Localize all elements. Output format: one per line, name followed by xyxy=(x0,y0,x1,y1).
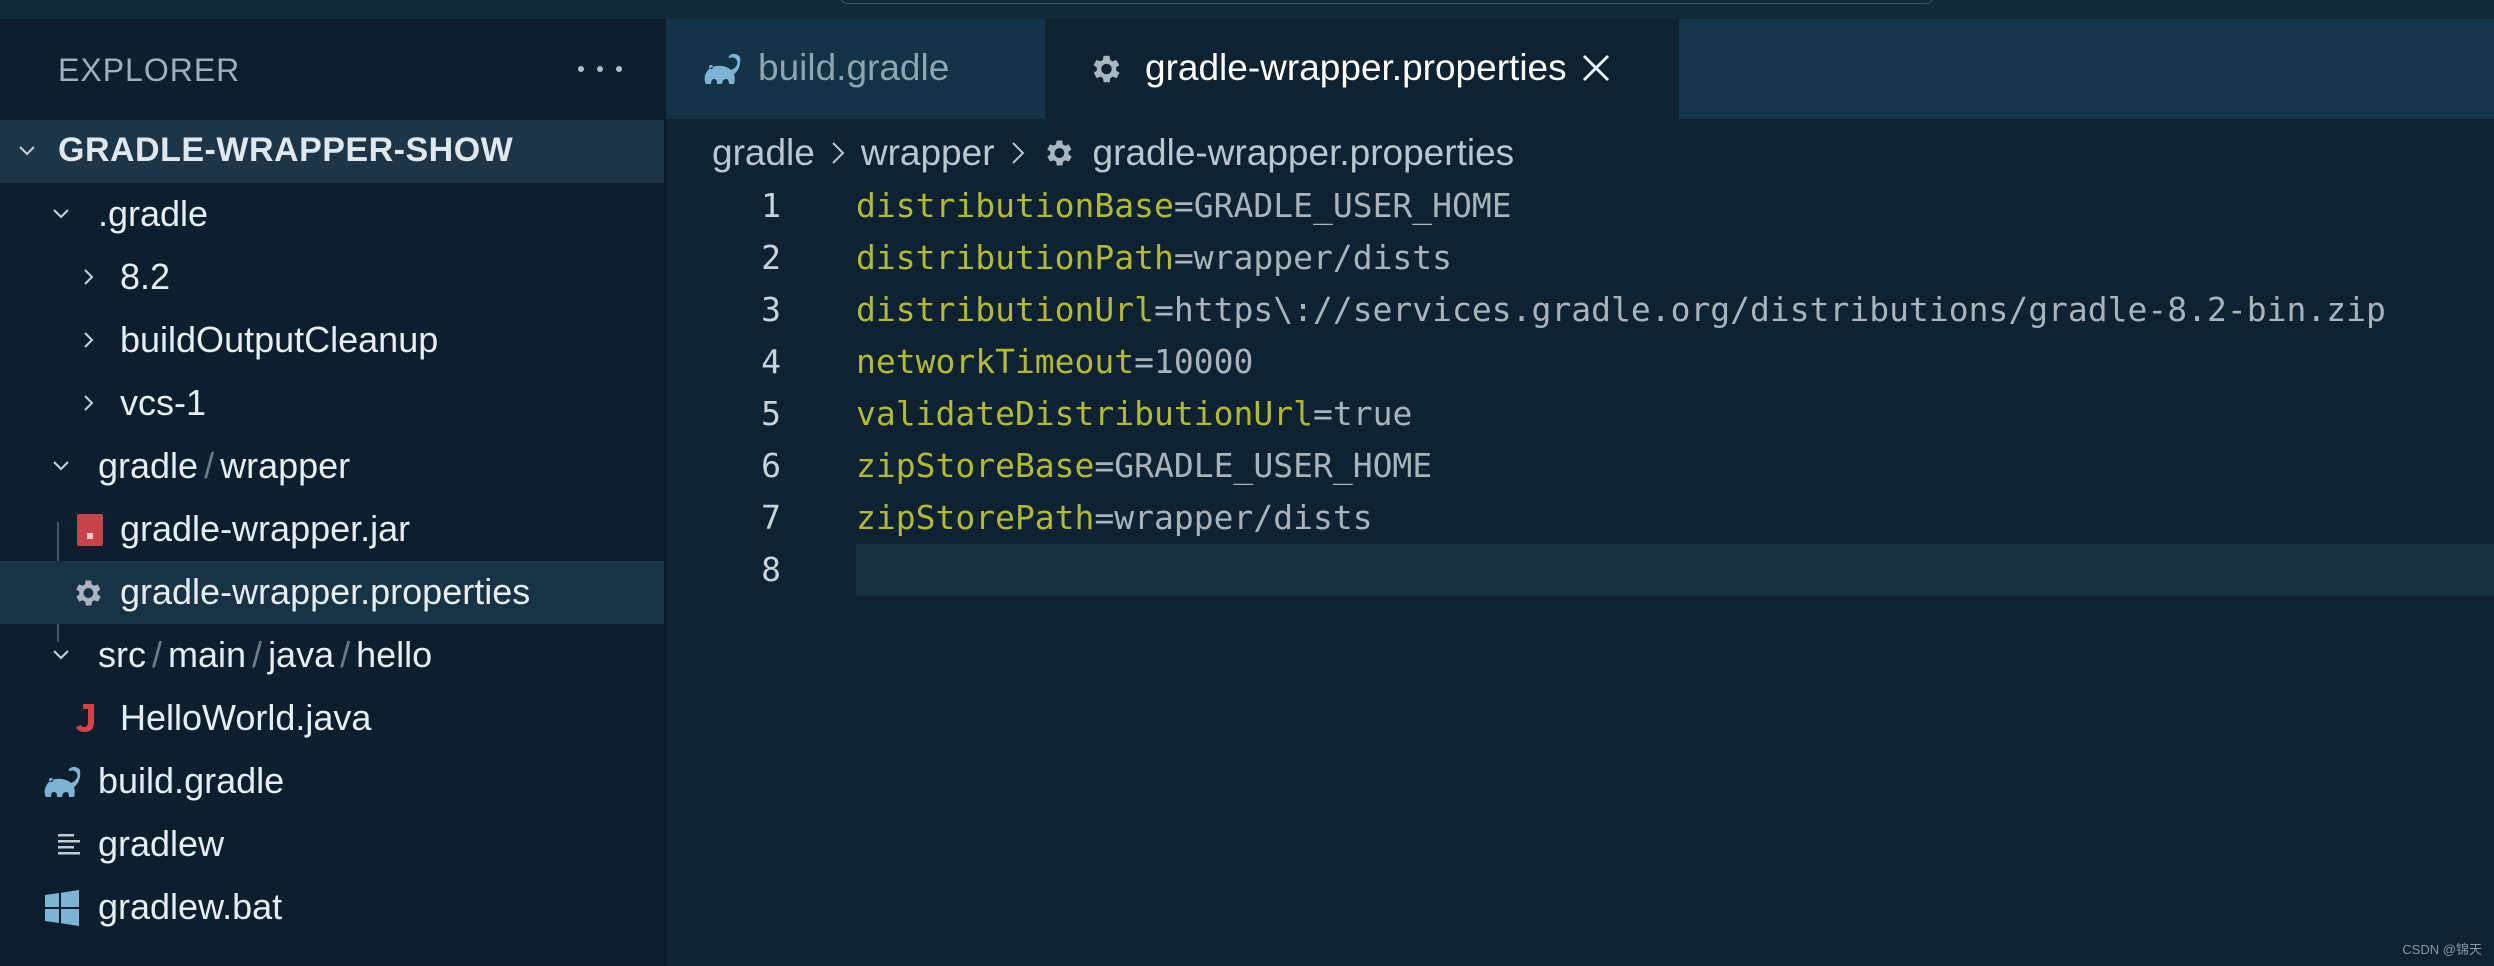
gear-icon xyxy=(1087,51,1123,87)
code-line-current[interactable]: 8 xyxy=(666,544,2494,596)
code-editor[interactable]: 1 distributionBase=GRADLE_USER_HOME 2 di… xyxy=(666,180,2494,966)
tree-item-gradle-wrapper-folder[interactable]: gradle / wrapper xyxy=(0,435,664,498)
tree-item-label: gradle-wrapper.jar xyxy=(120,508,411,549)
code-line[interactable]: 7 zipStorePath=wrapper/dists xyxy=(666,492,2494,544)
code-text: networkTimeout=10000 xyxy=(856,342,1254,381)
project-root[interactable]: GRADLE-WRAPPER-SHOW xyxy=(0,120,664,183)
chevron-right-icon xyxy=(1009,140,1027,166)
chevron-down-icon xyxy=(52,646,70,664)
chevron-down-icon xyxy=(52,205,70,223)
tree-item-label: HelloWorld.java xyxy=(120,697,372,738)
chevron-right-icon xyxy=(80,331,98,349)
tree-item-label: gradle-wrapper.properties xyxy=(120,571,531,612)
project-name: GRADLE-WRAPPER-SHOW xyxy=(58,131,514,169)
code-text: zipStorePath=wrapper/dists xyxy=(856,498,1373,537)
jar-icon xyxy=(76,513,104,547)
code-text: distributionPath=wrapper/dists xyxy=(856,238,1453,277)
tree-item-helloworld-java[interactable]: HelloWorld.java xyxy=(0,687,664,750)
line-number: 3 xyxy=(761,290,781,329)
tree-item-label: gradlew.bat xyxy=(98,886,283,927)
watermark: CSDN @锦天 xyxy=(2402,942,2482,957)
code-line[interactable]: 3 distributionUrl=https\://services.grad… xyxy=(666,284,2494,336)
line-number: 8 xyxy=(761,550,781,589)
code-line[interactable]: 1 distributionBase=GRADLE_USER_HOME xyxy=(666,180,2494,232)
tree-item-label: 8.2 xyxy=(120,256,171,297)
chevron-right-icon xyxy=(80,268,98,286)
tree-item-vcs-1[interactable]: vcs-1 xyxy=(0,372,664,435)
title-bar xyxy=(0,0,2494,19)
tab-build-gradle[interactable]: build.gradle xyxy=(666,19,1045,119)
windows-icon xyxy=(44,890,80,926)
tree-item-gradlew-bat[interactable]: gradlew.bat xyxy=(0,876,664,939)
gradle-elephant-icon xyxy=(36,762,84,800)
tree-item-8-2[interactable]: 8.2 xyxy=(0,246,664,309)
text-file-icon xyxy=(56,831,82,857)
breadcrumb-item-gradle[interactable]: gradle xyxy=(712,132,815,174)
tree-item-label: build.gradle xyxy=(98,760,285,801)
chevron-right-icon xyxy=(80,394,98,412)
tree-item-build-gradle[interactable]: build.gradle xyxy=(0,750,664,813)
tree-item-label: gradle / wrapper xyxy=(98,445,351,486)
tree-item-label: buildOutputCleanup xyxy=(120,319,439,360)
code-line[interactable]: 5 validateDistributionUrl=true xyxy=(666,388,2494,440)
line-number: 7 xyxy=(761,498,781,537)
tree-item-gradlew[interactable]: gradlew xyxy=(0,813,664,876)
breadcrumb: gradle wrapper gradle-wrapper.properties xyxy=(712,128,1514,178)
java-icon xyxy=(74,701,100,735)
close-icon[interactable] xyxy=(1579,51,1613,85)
tree-item-src-main-java-hello[interactable]: src / main / java / hello xyxy=(0,624,664,687)
command-center[interactable] xyxy=(840,0,1934,4)
chevron-down-icon xyxy=(18,142,36,160)
tab-label: gradle-wrapper.properties xyxy=(1145,47,1567,88)
editor-tab-bar: build.gradle gradle-wrapper.properties xyxy=(666,19,2494,119)
tab-gradle-wrapper-properties[interactable]: gradle-wrapper.properties xyxy=(1045,19,1679,119)
code-line[interactable]: 4 networkTimeout=10000 xyxy=(666,336,2494,388)
code-text: distributionBase=GRADLE_USER_HOME xyxy=(856,186,1512,225)
explorer-sidebar: EXPLORER GRADLE-WRAPPER-SHOW .gradle 8.2… xyxy=(0,19,666,966)
breadcrumb-item-file[interactable]: gradle-wrapper.properties xyxy=(1093,132,1515,174)
chevron-right-icon xyxy=(829,140,847,166)
tree-item-label: gradlew xyxy=(98,823,225,864)
tree-item-label: .gradle xyxy=(98,193,209,234)
explorer-title: EXPLORER xyxy=(58,52,241,88)
tree-item-buildoutputcleanup[interactable]: buildOutputCleanup xyxy=(0,309,664,372)
gear-icon xyxy=(70,576,104,610)
line-number: 1 xyxy=(761,186,781,225)
code-text: validateDistributionUrl=true xyxy=(856,394,1413,433)
tree-item-gradle-wrapper-properties[interactable]: gradle-wrapper.properties xyxy=(0,561,664,624)
line-number: 4 xyxy=(761,342,781,381)
tree-item-label: src / main / java / hello xyxy=(98,634,433,675)
line-number: 6 xyxy=(761,446,781,485)
code-line[interactable]: 2 distributionPath=wrapper/dists xyxy=(666,232,2494,284)
code-text: distributionUrl=https\://services.gradle… xyxy=(856,290,2386,329)
chevron-down-icon xyxy=(52,457,70,475)
tab-label: build.gradle xyxy=(758,47,950,88)
tree-item-gradle-wrapper-jar[interactable]: gradle-wrapper.jar xyxy=(0,498,664,561)
gradle-elephant-icon xyxy=(696,48,744,88)
code-text: zipStoreBase=GRADLE_USER_HOME xyxy=(856,446,1433,485)
tree-item-gradle-folder[interactable]: .gradle xyxy=(0,183,664,246)
line-number: 5 xyxy=(761,394,781,433)
tree-item-label: vcs-1 xyxy=(120,382,207,423)
breadcrumb-item-wrapper[interactable]: wrapper xyxy=(861,132,995,174)
gear-icon xyxy=(1041,136,1075,170)
current-line-highlight xyxy=(856,544,2494,596)
line-number: 2 xyxy=(761,238,781,277)
ellipsis-icon[interactable] xyxy=(578,49,622,89)
code-line[interactable]: 6 zipStoreBase=GRADLE_USER_HOME xyxy=(666,440,2494,492)
